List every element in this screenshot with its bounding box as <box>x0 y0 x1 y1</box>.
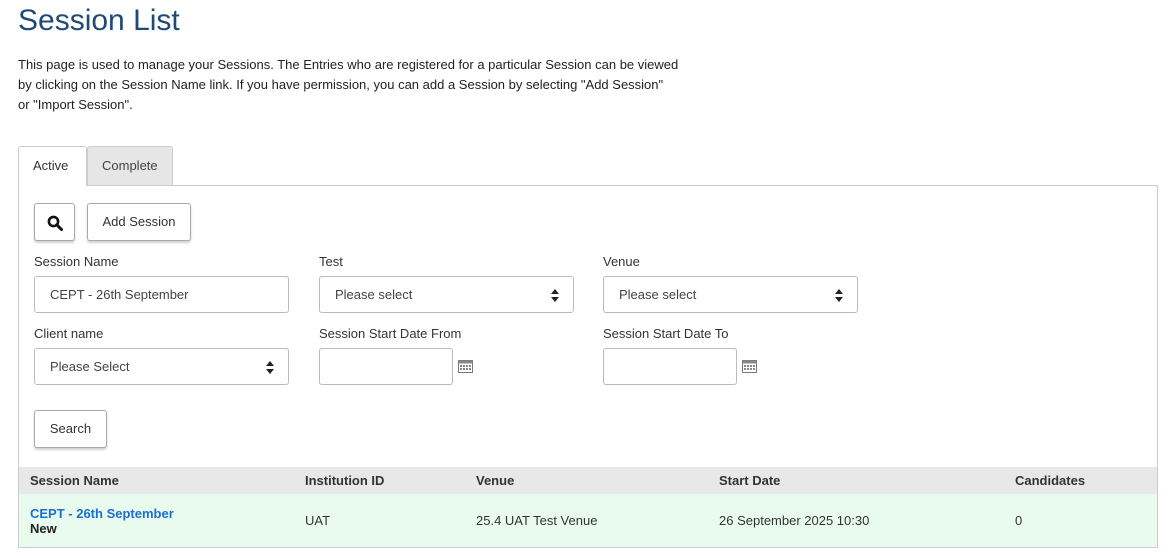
search-toggle-button[interactable] <box>34 203 75 241</box>
client-name-select[interactable]: Please Select <box>34 348 289 385</box>
column-header-candidates[interactable]: Candidates <box>1004 467 1157 494</box>
add-session-button[interactable]: Add Session <box>87 203 191 241</box>
session-name-label: Session Name <box>34 254 119 269</box>
page-description: This page is used to manage your Session… <box>18 55 688 115</box>
venue-label: Venue <box>603 254 640 269</box>
client-select-value: Please Select <box>50 359 130 374</box>
select-arrows-icon <box>266 361 274 374</box>
page-title: Session List <box>18 4 180 37</box>
intro-line: by clicking on the Session Name link. If… <box>18 77 664 92</box>
select-arrows-icon <box>835 289 843 302</box>
table-row: CEPT - 26th September New UAT 25.4 UAT T… <box>19 494 1157 547</box>
session-status: New <box>30 520 57 536</box>
magnifier-icon <box>47 215 63 231</box>
sessions-table: Session Name Institution ID Venue Start … <box>19 467 1157 547</box>
candidates-cell: 0 <box>1004 494 1157 547</box>
start-date-from-input[interactable] <box>319 348 453 385</box>
column-header-start-date[interactable]: Start Date <box>708 467 1004 494</box>
column-header-institution-id[interactable]: Institution ID <box>294 467 465 494</box>
start-date-to-label: Session Start Date To <box>603 326 729 341</box>
column-header-session-name[interactable]: Session Name <box>19 467 294 494</box>
test-label: Test <box>319 254 343 269</box>
start-date-from-label: Session Start Date From <box>319 326 462 341</box>
tab-active[interactable]: Active <box>18 146 87 186</box>
venue-select[interactable]: Please select <box>603 276 858 313</box>
test-select-value: Please select <box>335 287 413 302</box>
tab-complete[interactable]: Complete <box>87 146 173 185</box>
calendar-icon[interactable] <box>458 360 473 373</box>
session-name-cell: CEPT - 26th September New <box>19 494 294 547</box>
intro-line: or "Import Session". <box>18 97 133 112</box>
calendar-icon[interactable] <box>742 360 757 373</box>
session-name-input[interactable]: CEPT - 26th September <box>34 276 289 313</box>
intro-line: This page is used to manage your Session… <box>18 57 679 72</box>
start-date-to-input[interactable] <box>603 348 737 385</box>
start-date-cell: 26 September 2025 10:30 <box>708 494 1004 547</box>
table-header-row: Session Name Institution ID Venue Start … <box>19 467 1157 494</box>
search-button[interactable]: Search <box>34 410 107 448</box>
active-sessions-panel: Add Session Session Name Test Venue CEPT… <box>18 185 1158 548</box>
test-select[interactable]: Please select <box>319 276 574 313</box>
venue-select-value: Please select <box>619 287 697 302</box>
client-name-label: Client name <box>34 326 104 341</box>
select-arrows-icon <box>551 289 559 302</box>
institution-id-cell: UAT <box>294 494 465 547</box>
venue-cell: 25.4 UAT Test Venue <box>465 494 708 547</box>
column-header-venue[interactable]: Venue <box>465 467 708 494</box>
session-name-link[interactable]: CEPT - 26th September <box>30 506 294 521</box>
